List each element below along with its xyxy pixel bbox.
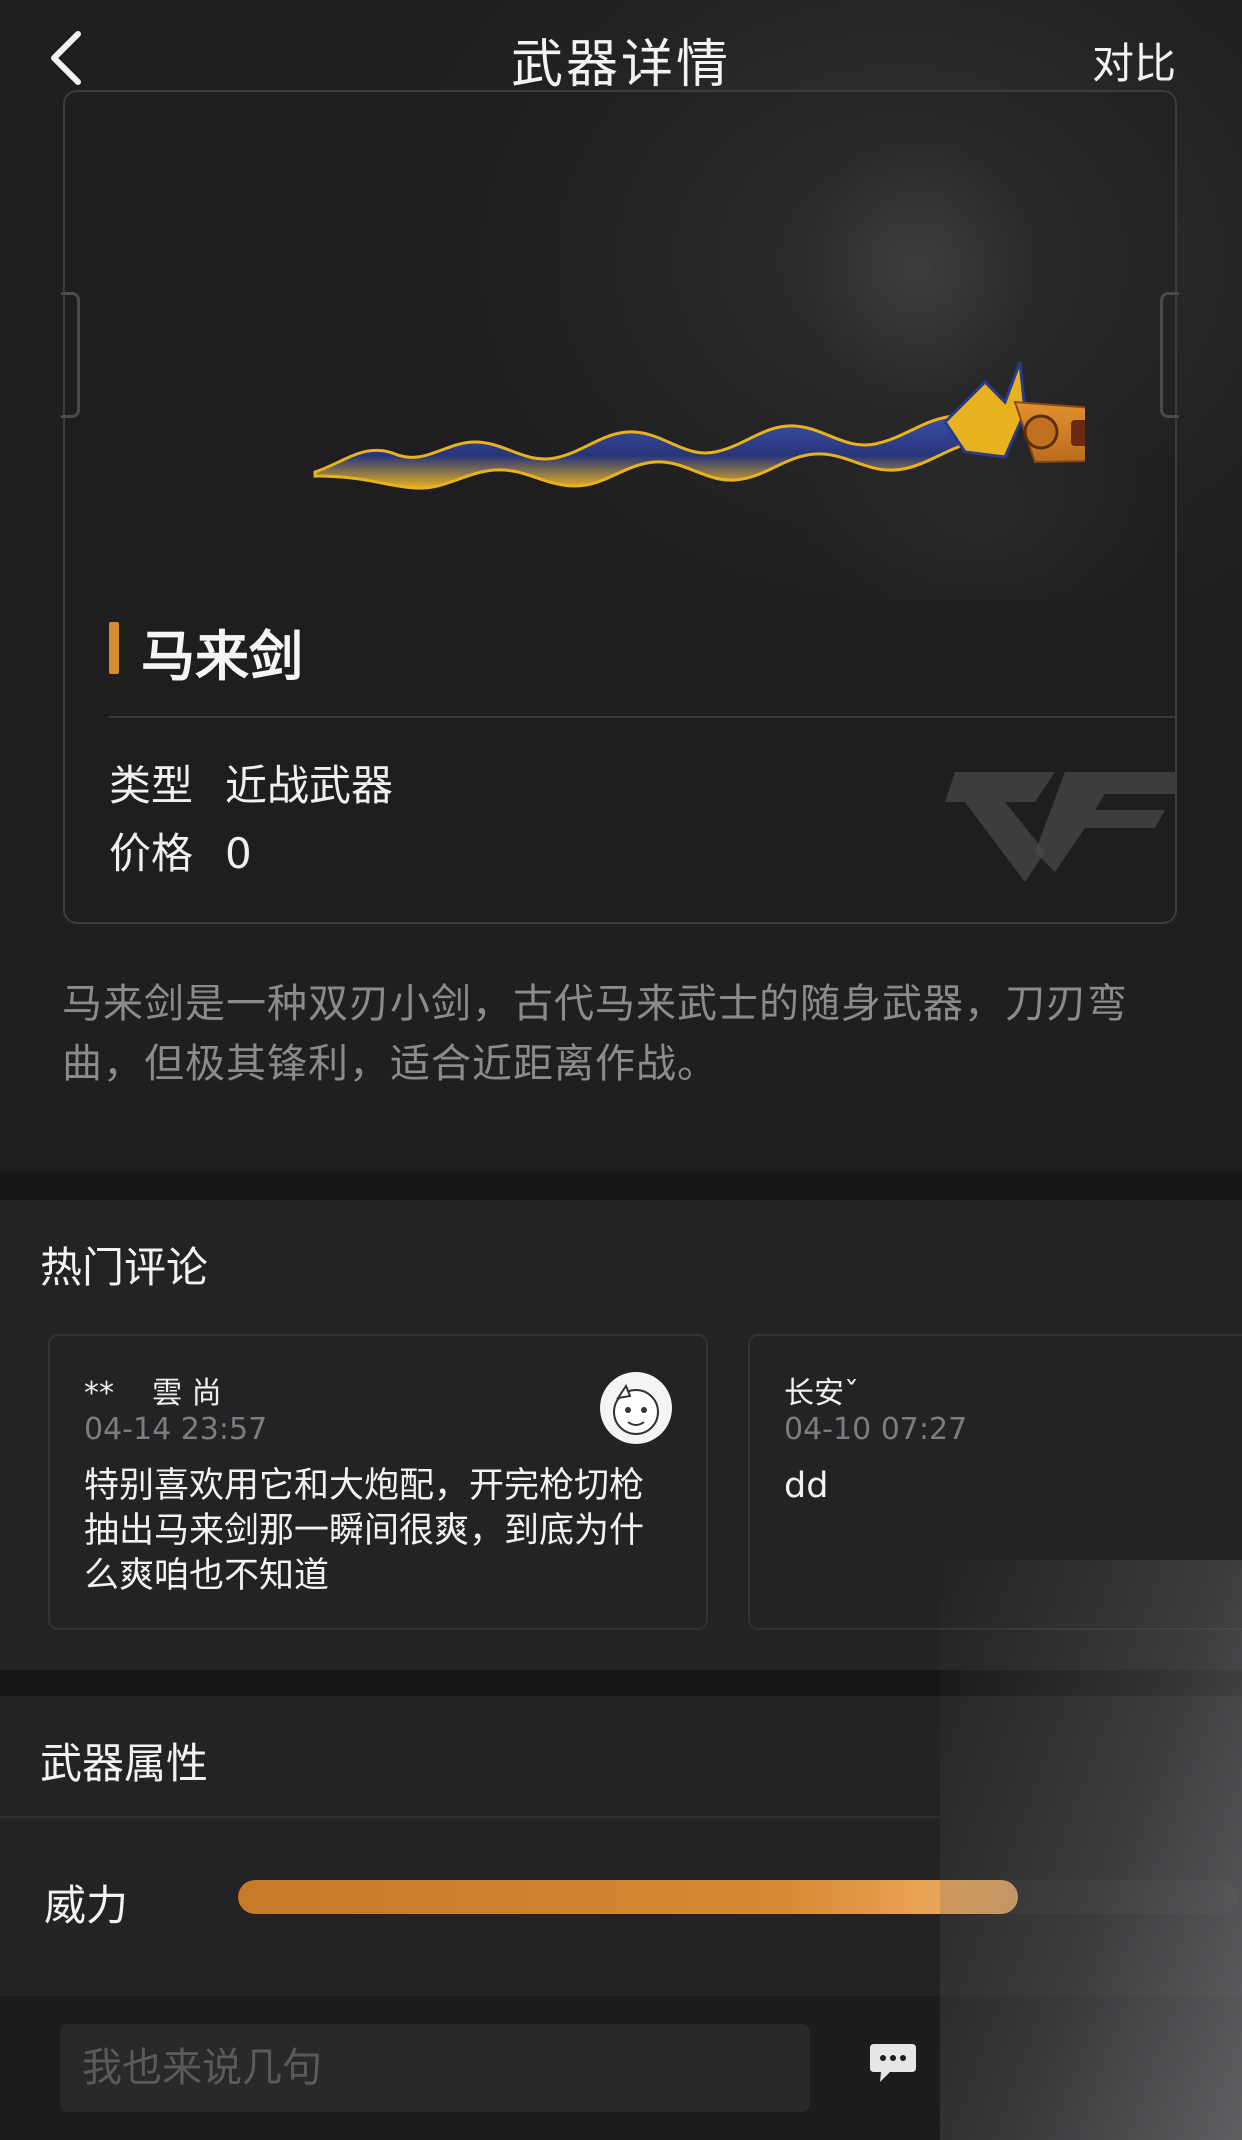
cartoon-avatar-icon xyxy=(613,1383,659,1435)
price-value: 0 xyxy=(225,829,252,878)
comment-username: ** 雲 尚 xyxy=(84,1376,222,1411)
section-separator xyxy=(0,1172,1242,1200)
power-label: 威力 xyxy=(44,1881,129,1930)
weapon-attributes-title: 武器属性 xyxy=(40,1739,209,1788)
compare-button[interactable]: 对比 xyxy=(1092,30,1176,91)
power-bar-fill xyxy=(238,1880,1018,1914)
weapon-price-row: 价格 0 xyxy=(109,820,252,881)
weapon-image xyxy=(313,361,1085,490)
weapon-type-row: 类型 近战武器 xyxy=(109,752,393,813)
cf-logo-icon xyxy=(945,772,1175,882)
weapon-card: 马来剑 类型 近战武器 价格 0 xyxy=(61,90,1179,924)
type-value: 近战武器 xyxy=(225,761,394,810)
weapon-detail-page: 武器详情 对比 马来剑 类型 近战武器 价格 0 马来剑是一种双刃小剑，古代马来… xyxy=(0,0,1242,2140)
send-comment-button[interactable] xyxy=(868,2036,918,2086)
chat-bubble-icon xyxy=(870,2044,916,2082)
comment-username: 长安ˇ xyxy=(784,1376,859,1411)
page-title: 武器详情 xyxy=(510,35,731,95)
section-separator xyxy=(0,1670,1242,1696)
comment-text: dd xyxy=(784,1466,829,1506)
type-label: 类型 xyxy=(109,761,194,810)
accent-bar xyxy=(109,622,119,674)
comment-input[interactable] xyxy=(60,2024,810,2112)
comment-time: 04-10 07:27 xyxy=(784,1412,968,1447)
power-bar xyxy=(238,1880,1238,1914)
price-label: 价格 xyxy=(109,829,194,878)
card-notch-left xyxy=(61,292,80,418)
comment-text: 特别喜欢用它和大炮配，开完枪切枪抽出马来剑那一瞬间很爽，到底为什么爽咱也不知道 xyxy=(84,1466,645,1596)
card-notch-right xyxy=(1160,292,1179,418)
comment-card[interactable]: 长安ˇ 04-10 07:27 dd xyxy=(748,1334,1242,1630)
card-divider xyxy=(109,716,1177,718)
comment-time: 04-14 23:57 xyxy=(84,1412,268,1447)
comment-card[interactable]: ** 雲 尚 04-14 23:57 特别喜欢用它和大炮配，开完枪切枪抽出马来剑… xyxy=(48,1334,708,1630)
weapon-name: 马来剑 xyxy=(141,625,303,688)
weapon-description: 马来剑是一种双刃小剑，古代马来武士的随身武器，刀刃弯曲，但极其锋利，适合近距离作… xyxy=(62,981,1128,1087)
hot-comments-title: 热门评论 xyxy=(40,1243,209,1292)
attributes-divider xyxy=(0,1816,940,1818)
avatar[interactable] xyxy=(600,1372,672,1444)
